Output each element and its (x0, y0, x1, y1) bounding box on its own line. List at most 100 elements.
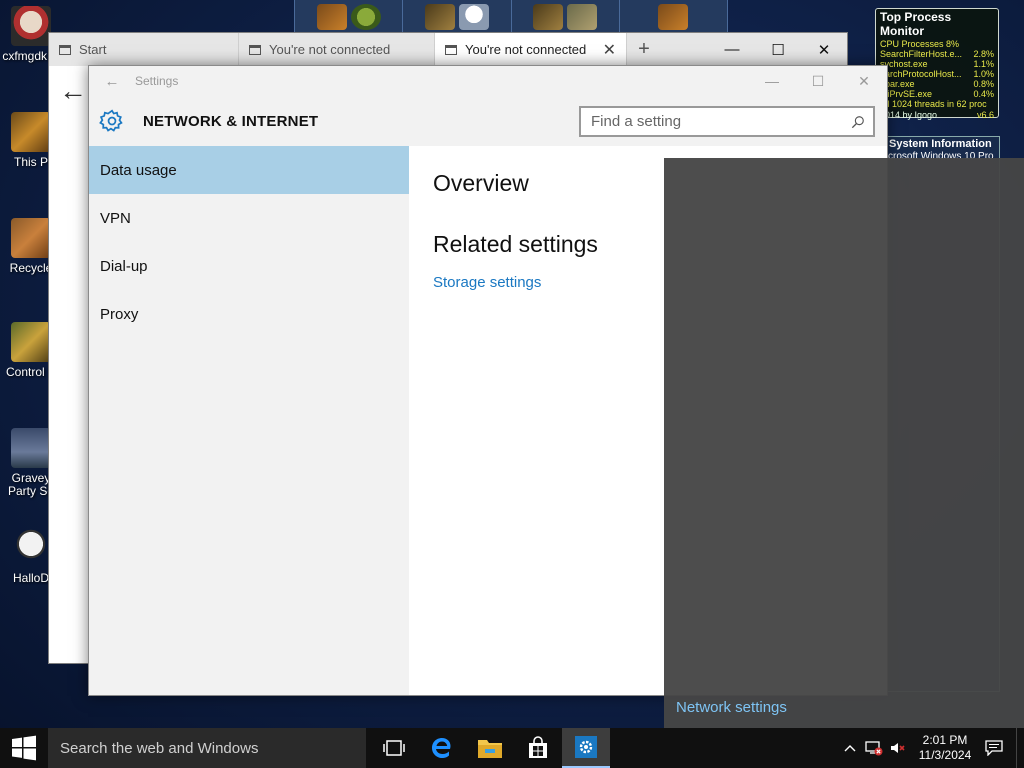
process-row: SearchFilterHost.e... 2.8% (876, 49, 998, 59)
process-row: earchProtocolHost... 1.0% (876, 69, 998, 79)
volume-icon[interactable] (886, 728, 910, 768)
process-value: 0.4% (973, 89, 994, 99)
pumpkin-icon (316, 3, 347, 30)
store-button[interactable] (514, 728, 562, 768)
clock[interactable]: 2:01 PM 11/3/2024 (910, 733, 980, 763)
settings-titlebar: ← Settings — ☐ ✕ (89, 66, 887, 96)
nav-item-vpn[interactable]: VPN (89, 194, 409, 242)
tab-label: You're not connected (465, 42, 587, 57)
gadget-title: Top Process Monitor (880, 10, 952, 38)
new-tab-button[interactable]: + (627, 33, 661, 66)
close-tab-icon[interactable]: ✕ (603, 40, 616, 60)
task-view-icon (383, 740, 405, 756)
folder-icon (478, 740, 502, 758)
gadget-credit-row: 2014 by Igogo v6.6 (876, 110, 998, 120)
page-icon (249, 44, 261, 55)
edge-button[interactable] (418, 728, 466, 768)
back-arrow-icon[interactable]: ← (89, 73, 135, 90)
network-settings-link[interactable]: Network settings (676, 699, 787, 716)
file-explorer-button[interactable] (466, 728, 514, 768)
thumbnail[interactable] (403, 0, 512, 33)
nav-item-proxy[interactable]: Proxy (89, 290, 409, 338)
process-name: CPU Processes 8% (880, 39, 960, 49)
thumbnail[interactable] (512, 0, 620, 33)
browser-tab-active[interactable]: You're not connected ✕ (435, 33, 627, 66)
tank-icon (424, 3, 455, 30)
recycle-bin-icon (11, 218, 51, 258)
show-desktop-button[interactable] (1016, 728, 1024, 768)
close-button[interactable]: ✕ (801, 33, 847, 66)
taskbar-search-box[interactable]: Search the web and Windows (48, 728, 366, 768)
eye-icon (533, 3, 564, 30)
process-value: 1.0% (973, 69, 994, 79)
process-value: 0.8% (973, 79, 994, 89)
nav-item-dial-up[interactable]: Dial-up (89, 242, 409, 290)
minimize-button[interactable]: — (749, 73, 795, 90)
edge-icon (432, 738, 451, 758)
process-value: 1.1% (973, 59, 994, 69)
settings-nav: Data usage VPN Dial-up Proxy (89, 146, 409, 695)
browser-tab[interactable]: Start (49, 33, 239, 66)
search-input[interactable] (591, 113, 851, 130)
this-pc-icon (11, 112, 51, 152)
ghost-icon (458, 3, 489, 30)
orb-icon (350, 3, 381, 30)
vampire-icon (11, 6, 51, 46)
tab-label: You're not connected (269, 42, 391, 57)
process-name: earchProtocolHost... (880, 69, 962, 79)
credit-link[interactable]: 2014 by Igogo (880, 110, 937, 120)
browser-tab[interactable]: You're not connected (239, 33, 435, 66)
crate-icon (567, 3, 598, 30)
minimize-button[interactable]: — (709, 33, 755, 66)
process-row: ebar.exe 0.8% (876, 79, 998, 89)
storage-settings-link[interactable]: Storage settings (433, 274, 541, 291)
system-tray: 2:01 PM 11/3/2024 (838, 728, 1024, 768)
thumbnail[interactable] (620, 0, 727, 33)
bag-icon (658, 3, 689, 30)
page-icon (445, 44, 457, 55)
nav-item-data-usage[interactable]: Data usage (89, 146, 409, 194)
close-button[interactable]: ✕ (841, 73, 887, 90)
task-view-button[interactable] (370, 728, 418, 768)
settings-window-controls: — ☐ ✕ (749, 73, 887, 90)
network-icon[interactable] (862, 728, 886, 768)
skull-icon (11, 528, 51, 568)
control-panel-icon (11, 322, 51, 362)
process-monitor-gadget: Top Process Monitor CPU Processes 8% Sea… (875, 8, 999, 120)
thread-count: tal 1024 threads in 62 proc (880, 99, 987, 109)
action-center-icon[interactable] (980, 740, 1008, 756)
browser-tab-bar: Start You're not connected You're not co… (49, 33, 847, 66)
back-button[interactable]: ← (59, 75, 87, 107)
version: v6.6 (976, 110, 994, 120)
chevron-up-icon[interactable] (838, 728, 862, 768)
search-icon[interactable] (851, 115, 865, 129)
taskbar-apps (370, 728, 610, 768)
maximize-button[interactable]: ☐ (755, 33, 801, 66)
maximize-button[interactable]: ☐ (795, 73, 841, 90)
store-icon (529, 736, 547, 758)
process-name: SearchFilterHost.e... (880, 49, 963, 59)
gravestone-icon (11, 428, 51, 468)
process-row: svchost.exe 1.1% (876, 59, 998, 69)
date: 11/3/2024 (918, 748, 972, 762)
tab-label: Start (79, 42, 107, 57)
gadget-title: System Information (889, 138, 992, 150)
settings-taskbar-button[interactable] (562, 728, 610, 768)
process-value: 2.8% (973, 49, 994, 59)
section-title: NETWORK & INTERNET (143, 112, 319, 130)
start-button[interactable] (0, 728, 48, 768)
page-icon (59, 44, 71, 55)
process-row: miPrvSE.exe 0.4% (876, 89, 998, 99)
settings-search[interactable] (579, 106, 875, 137)
time: 2:01 PM (922, 733, 968, 747)
network-flyout: Network settings (664, 158, 1024, 728)
settings-gear-icon (575, 736, 597, 758)
gear-icon (99, 109, 123, 132)
window-thumbnails (294, 0, 728, 34)
process-row: CPU Processes 8% (876, 39, 998, 49)
window-title: Settings (135, 74, 179, 88)
thumbnail[interactable] (295, 0, 404, 33)
taskbar: Search the web and Windows 2:01 PM 11/3/… (0, 728, 1024, 768)
browser-window-controls: — ☐ ✕ (709, 33, 847, 66)
windows-logo-icon (12, 735, 36, 761)
